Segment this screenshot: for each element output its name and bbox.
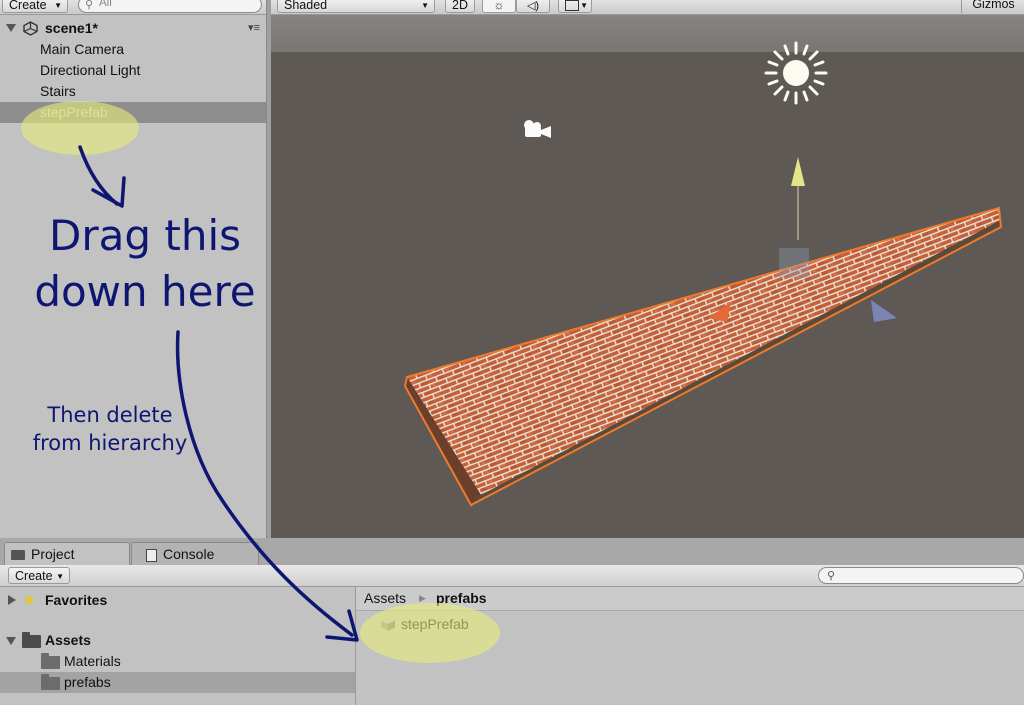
folder-icon — [11, 550, 25, 560]
scene-name: scene1* — [45, 20, 98, 36]
expand-triangle-icon — [6, 637, 16, 645]
tree-item-prefabs[interactable]: prefabs — [0, 672, 355, 693]
tree-assets-label: Assets — [45, 632, 91, 648]
bottom-tab-bar: Project Console — [0, 538, 1024, 565]
gizmo-center[interactable] — [779, 248, 809, 278]
hierarchy-item-label: Directional Light — [40, 62, 141, 78]
dropdown-arrow-icon: ▼ — [421, 1, 429, 10]
tab-console[interactable]: Console — [131, 542, 259, 565]
tab-console-label: Console — [163, 546, 215, 562]
hierarchy-item-directional-light[interactable]: Directional Light — [0, 60, 266, 81]
project-create-label: Create — [15, 569, 53, 583]
hierarchy-item-main-camera[interactable]: Main Camera — [0, 39, 266, 60]
tree-assets[interactable]: Assets — [0, 630, 355, 651]
effects-dropdown[interactable]: ▼ — [558, 0, 592, 13]
expand-triangle-icon — [6, 24, 16, 32]
annotation-drag-line1: Drag this — [49, 211, 241, 260]
star-icon: ★ — [22, 592, 37, 609]
annotation-drag-text: Drag this down here — [0, 208, 290, 320]
dropdown-arrow-icon: ▼ — [56, 572, 64, 581]
scene-view[interactable] — [271, 0, 1024, 538]
hierarchy-search-placeholder: All — [99, 0, 112, 9]
project-search-input[interactable]: ⚲ — [818, 567, 1024, 584]
gizmos-label: Gizmos — [972, 0, 1015, 11]
image-icon — [565, 0, 579, 12]
project-toolbar: Create ▼ ⚲ — [0, 565, 1024, 587]
tree-item-label: prefabs — [64, 674, 111, 690]
toggle-2d-label: 2D — [452, 0, 468, 12]
hierarchy-item-label: Stairs — [40, 83, 76, 99]
annotation-delete-text: Then delete from hierarchy — [14, 401, 206, 457]
scene-menu-icon[interactable]: ▾≡ — [248, 18, 260, 39]
folder-icon — [41, 674, 60, 690]
toggle-2d-button[interactable]: 2D — [445, 0, 475, 13]
hierarchy-create-label: Create — [9, 0, 47, 12]
hierarchy-toolbar: Create ▼ ⚲ All — [0, 0, 266, 15]
dropdown-arrow-icon: ▼ — [580, 1, 588, 10]
project-folder-tree: ★ Favorites Assets Materials prefabs — [0, 587, 356, 705]
annotation-drag-line2: down here — [34, 267, 256, 316]
console-icon — [146, 549, 157, 562]
highlight-asset-stepprefab — [360, 603, 500, 663]
gizmos-dropdown[interactable]: Gizmos — [961, 0, 1024, 13]
scene-canvas[interactable] — [271, 0, 1024, 538]
hierarchy-item-label: Main Camera — [40, 41, 125, 57]
annotation-delete-line1: Then delete — [47, 403, 173, 427]
tree-item-label: Materials — [64, 653, 121, 669]
scene-toolbar: Shaded ▼ 2D ☼ ◁) ▼ Gizmos — [271, 0, 1024, 15]
tab-project[interactable]: Project — [4, 542, 130, 565]
tree-favorites[interactable]: ★ Favorites — [0, 590, 355, 611]
tab-project-label: Project — [31, 546, 75, 562]
highlight-hierarchy-stepprefab — [21, 101, 139, 155]
dropdown-arrow-icon: ▼ — [54, 1, 62, 10]
scene-row[interactable]: scene1* ▾≡ — [0, 18, 266, 39]
hierarchy-create-button[interactable]: Create ▼ — [2, 0, 68, 13]
audio-toggle[interactable]: ◁) — [516, 0, 550, 13]
folder-icon — [41, 653, 60, 669]
speaker-icon: ◁) — [526, 0, 540, 12]
search-icon: ⚲ — [85, 0, 94, 11]
shading-mode-dropdown[interactable]: Shaded ▼ — [277, 0, 435, 13]
folder-icon — [22, 632, 41, 648]
collapsed-triangle-icon — [8, 595, 16, 605]
search-icon: ⚲ — [827, 570, 836, 582]
unity-scene-icon — [23, 21, 38, 36]
directional-light-icon[interactable] — [764, 41, 828, 105]
lighting-toggle[interactable]: ☼ — [482, 0, 516, 13]
hierarchy-search-input[interactable]: ⚲ All — [78, 0, 262, 13]
sun-icon: ☼ — [493, 0, 505, 12]
project-create-button[interactable]: Create ▼ — [8, 567, 70, 584]
hierarchy-item-stairs[interactable]: Stairs — [0, 81, 266, 102]
shading-mode-value: Shaded — [284, 0, 328, 12]
tree-item-materials[interactable]: Materials — [0, 651, 355, 672]
annotation-delete-line2: from hierarchy — [32, 431, 188, 455]
tree-favorites-label: Favorites — [45, 592, 108, 608]
